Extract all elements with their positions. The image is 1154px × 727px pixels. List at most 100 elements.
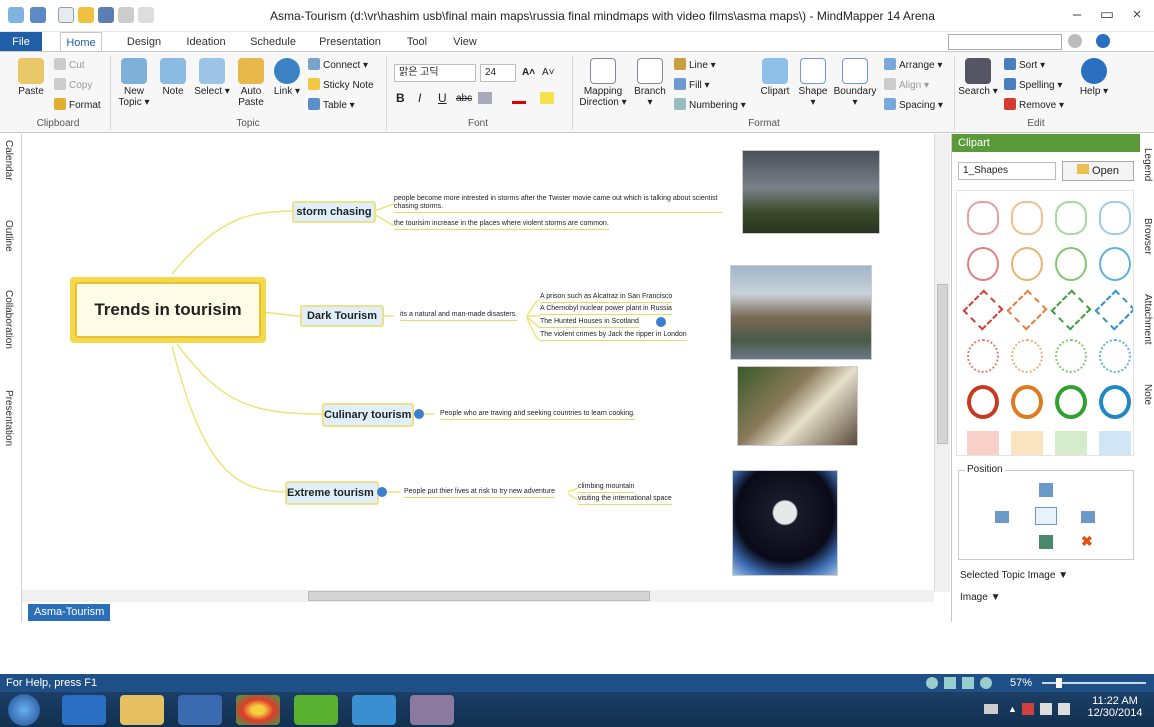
bubble-shape-clip[interactable] <box>1099 247 1131 281</box>
mindmap-canvas[interactable]: Trends in tourisim storm chasing people … <box>22 134 934 592</box>
burst-shape-clip[interactable] <box>1099 339 1131 373</box>
tab-schedule[interactable]: Schedule <box>245 32 301 52</box>
font-color-icon[interactable] <box>512 92 526 104</box>
speech-bubble-clip[interactable] <box>1099 385 1131 419</box>
minimize-button[interactable]: – <box>1064 4 1090 26</box>
new-file-icon[interactable] <box>58 7 74 23</box>
remove-position-icon[interactable]: ✖ <box>1081 533 1093 550</box>
network-icon[interactable] <box>1058 703 1070 715</box>
position-top-icon[interactable] <box>1039 483 1053 497</box>
astronaut-photo[interactable] <box>732 470 838 576</box>
paste-button[interactable]: Paste <box>14 58 48 97</box>
tray-expand-icon[interactable]: ▲ <box>1008 704 1017 714</box>
tab-presentation[interactable]: Presentation <box>315 32 385 52</box>
globe-icon[interactable] <box>376 487 387 497</box>
note-culinary[interactable]: People who are traving and seeking count… <box>440 410 635 420</box>
tab-home[interactable]: Home <box>60 32 102 52</box>
sub-haunted-houses[interactable]: The Hunted Houses in Scotland <box>540 318 639 328</box>
line-button[interactable]: Line ▾ <box>674 58 716 72</box>
clipart-category-select[interactable]: 1_Shapes <box>958 162 1056 180</box>
zoom-slider-thumb[interactable] <box>1056 678 1062 688</box>
action-center-icon[interactable] <box>1022 703 1034 715</box>
tab-file[interactable]: File <box>0 32 42 52</box>
auto-paste-button[interactable]: Auto Paste <box>234 58 268 108</box>
start-button[interactable] <box>8 694 40 726</box>
remove-button[interactable]: Remove ▾ <box>1004 98 1064 112</box>
bold-button[interactable]: B <box>396 92 405 105</box>
arrange-button[interactable]: Arrange ▾ <box>884 58 942 72</box>
clipart-button[interactable]: Clipart <box>756 58 794 97</box>
culinary-photo[interactable] <box>737 366 858 446</box>
tab-attachment[interactable]: Attachment <box>1142 294 1153 345</box>
cloud-shape-clip[interactable] <box>967 201 999 235</box>
close-button[interactable]: × <box>1124 4 1150 26</box>
bubble-shape-clip[interactable] <box>967 247 999 281</box>
fill-button[interactable]: Fill ▾ <box>674 78 710 92</box>
help-button[interactable]: Help ▾ <box>1078 58 1110 97</box>
search-button[interactable]: Search ▾ <box>958 58 998 97</box>
new-topic-button[interactable]: New Topic ▾ <box>116 58 152 108</box>
tray-clock[interactable]: 11:22 AM 12/30/2014 <box>1082 695 1148 719</box>
media-player-icon[interactable] <box>178 695 222 725</box>
central-topic[interactable]: Trends in tourisim <box>70 277 266 343</box>
burst-shape-clip[interactable] <box>1055 339 1087 373</box>
sub-chernobyl[interactable]: A Chernobyl nuclear power plant in Russi… <box>540 305 672 315</box>
tab-note[interactable]: Note <box>1142 384 1153 405</box>
branch-button[interactable]: Branch ▾ <box>632 58 668 108</box>
burst-shape-clip[interactable] <box>1011 339 1043 373</box>
bubble-shape-clip[interactable] <box>1011 247 1043 281</box>
position-bottom-icon[interactable] <box>1039 535 1053 549</box>
tab-collaboration[interactable]: Collaboration <box>3 290 14 349</box>
sheet-tab[interactable]: Asma-Tourism <box>28 604 111 621</box>
burst-shape-clip[interactable] <box>1094 289 1133 331</box>
paint-icon[interactable] <box>410 695 454 725</box>
search-icon[interactable] <box>1068 34 1082 48</box>
burst-shape-clip[interactable] <box>1006 289 1048 331</box>
mapping-direction-button[interactable]: Mapping Direction ▾ <box>576 58 630 108</box>
tab-calendar[interactable]: Calendar <box>3 140 14 181</box>
select-button[interactable]: Select ▾ <box>194 58 230 97</box>
mindmapper-icon[interactable] <box>352 695 396 725</box>
home-icon[interactable] <box>30 7 46 23</box>
font-family-select[interactable]: 맑은 고딕 <box>394 64 476 82</box>
note-extreme[interactable]: People put thier lives at risk to try ne… <box>404 488 555 498</box>
copy-button[interactable]: Copy <box>54 78 92 92</box>
note-shape-clip[interactable] <box>1099 431 1131 455</box>
vertical-scroll-thumb[interactable] <box>937 284 948 444</box>
strikethrough-button[interactable]: abc <box>456 92 472 105</box>
grow-font-button[interactable]: A˄ <box>522 66 535 79</box>
shape-button[interactable]: Shape ▾ <box>796 58 830 108</box>
tab-tool[interactable]: Tool <box>400 32 434 52</box>
alcatraz-photo[interactable] <box>730 265 872 360</box>
tab-outline[interactable]: Outline <box>3 220 14 252</box>
cloud-shape-clip[interactable] <box>1099 201 1131 235</box>
font-size-select[interactable]: 24 <box>480 64 516 82</box>
boundary-button[interactable]: Boundary ▾ <box>832 58 878 108</box>
utorrent-icon[interactable] <box>294 695 338 725</box>
tab-browser[interactable]: Browser <box>1142 218 1153 255</box>
tab-ideation[interactable]: Ideation <box>180 32 232 52</box>
sub-jack-the-ripper[interactable]: The violent crimes by Jack the ripper in… <box>540 331 687 341</box>
restore-button[interactable]: ▭ <box>1094 4 1120 26</box>
spacing-button[interactable]: Spacing ▾ <box>884 98 943 112</box>
speech-bubble-clip[interactable] <box>1011 385 1043 419</box>
sub-climbing-mountain[interactable]: climbing mountain <box>578 483 635 493</box>
underline-button[interactable]: U <box>438 92 447 105</box>
position-left-icon[interactable] <box>995 511 1009 523</box>
speech-bubble-clip[interactable] <box>967 385 999 419</box>
cloud-shape-clip[interactable] <box>1055 201 1087 235</box>
position-right-icon[interactable] <box>1081 511 1095 523</box>
help-icon[interactable] <box>1096 34 1110 48</box>
shrink-font-button[interactable]: A˅ <box>542 66 555 79</box>
zoom-100-icon[interactable] <box>980 677 992 689</box>
note-shape-clip[interactable] <box>967 431 999 455</box>
clipart-gallery[interactable] <box>956 190 1134 456</box>
ribbon-search-input[interactable] <box>948 34 1062 50</box>
bubble-shape-clip[interactable] <box>1055 247 1087 281</box>
numbering-button[interactable]: Numbering ▾ <box>674 98 746 112</box>
page-icon[interactable] <box>962 677 974 689</box>
format-painter-button[interactable]: Format <box>54 98 101 112</box>
cut-button[interactable]: Cut <box>54 58 85 72</box>
topic-storm-chasing[interactable]: storm chasing <box>292 201 376 223</box>
internet-explorer-icon[interactable] <box>62 695 106 725</box>
